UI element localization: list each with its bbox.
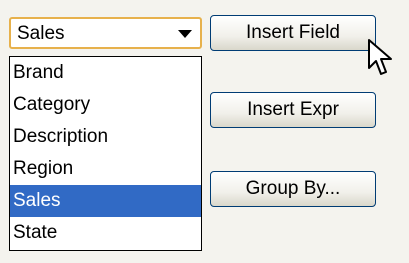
field-select[interactable]: Sales [9, 17, 202, 49]
insert-expr-button[interactable]: Insert Expr [210, 92, 376, 128]
list-item-state[interactable]: State [10, 217, 201, 249]
list-item-description[interactable]: Description [10, 121, 201, 153]
list-item-region[interactable]: Region [10, 153, 201, 185]
list-item-brand[interactable]: Brand [10, 57, 201, 89]
field-dropdown-list[interactable]: Brand Category Description Region Sales … [9, 56, 202, 251]
group-by-button[interactable]: Group By... [210, 171, 376, 207]
field-select-value: Sales [17, 23, 65, 44]
list-item-sales[interactable]: Sales [10, 185, 201, 217]
list-item-category[interactable]: Category [10, 89, 201, 121]
mouse-pointer-icon [368, 39, 392, 75]
insert-field-button[interactable]: Insert Field [210, 15, 376, 51]
chevron-down-icon[interactable] [178, 30, 192, 38]
